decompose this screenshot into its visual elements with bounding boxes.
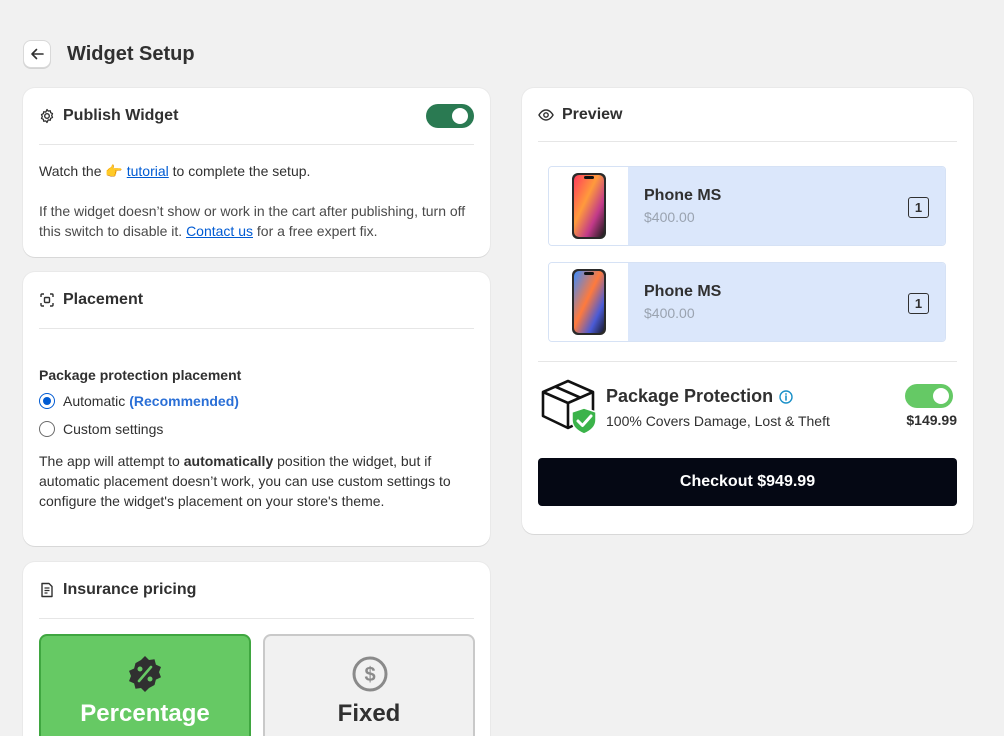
placement-description: The app will attempt to automatically po… [23,443,490,511]
preview-divider-2 [538,361,957,362]
preview-title: Preview [562,105,623,123]
placement-desc-1: The app will attempt to [39,453,180,469]
insurance-pricing-header: Insurance pricing [23,562,490,618]
placement-options: Automatic (Recommended) Custom settings [23,383,490,443]
placement-icon [40,293,54,307]
protection-title-row: Package Protection [606,386,793,407]
cart-item: Phone MS $400.00 1 [548,166,946,246]
fixed-label: Fixed [337,700,401,727]
placement-header: Placement [23,272,490,328]
shield-box-icon [541,379,597,435]
phone-image-icon [571,269,606,335]
publish-note: If the widget doesn’t show or work in th… [23,181,490,241]
phone-image-icon [571,173,606,239]
product-name: Phone MS [644,187,722,204]
watch-tutorial-text: Watch the 👉 tutorial to complete the set… [23,145,490,181]
gear-icon [40,108,54,124]
protection-title: Package Protection [606,386,774,406]
publish-widget-header: Publish Widget [23,88,490,144]
product-name: Phone MS [644,283,722,300]
product-price: $400.00 [644,305,695,321]
back-button[interactable] [23,40,51,68]
arrow-left-icon [31,48,44,60]
publish-toggle[interactable] [426,104,474,128]
info-icon[interactable] [779,389,793,404]
pricing-option-fixed[interactable]: $ Fixed [263,634,475,736]
publish-toggle-knob [452,108,468,124]
preview-header: Preview [522,88,973,141]
radio-custom[interactable] [39,421,55,437]
page-header: Widget Setup [23,40,195,68]
pointing-hand-emoji: 👉 [105,163,123,179]
package-protection-row: Package Protection 100% Covers Damage, L… [538,378,957,438]
publish-widget-title: Publish Widget [63,107,179,124]
placement-card: Placement Package protection placement A… [23,272,490,546]
cart-item: Phone MS $400.00 1 [548,262,946,342]
protection-toggle[interactable] [905,384,953,408]
recommended-label: (Recommended) [129,393,239,409]
product-info: Phone MS $400.00 1 [628,167,945,245]
watch-prefix: Watch the [39,163,102,179]
protection-toggle-knob [933,388,949,404]
tutorial-link[interactable]: tutorial [127,163,169,179]
page-title: Widget Setup [67,42,195,65]
dollar-circle-icon: $ [352,656,388,692]
quantity-badge: 1 [908,293,929,314]
radio-option-custom[interactable]: Custom settings [39,415,474,443]
protection-price: $149.99 [906,412,957,428]
publish-note-suffix: for a free expert fix. [256,223,378,239]
radio-automatic[interactable] [39,393,55,409]
product-thumbnail [549,263,628,341]
preview-divider [538,141,957,142]
percent-badge-icon [129,656,161,692]
percentage-label: Percentage [80,700,210,727]
automatic-label: Automatic [63,393,126,409]
publish-note-text: If the widget doesn’t show or work in th… [39,203,466,239]
pricing-option-percentage[interactable]: Percentage [39,634,251,736]
eye-icon [538,108,554,121]
placement-section-label: Package protection placement [39,367,242,383]
placement-title: Placement [63,291,144,308]
product-thumbnail [549,167,628,245]
placement-desc-bold: automatically [183,453,274,469]
insurance-pricing-title: Insurance pricing [63,581,197,598]
custom-settings-label: Custom settings [63,421,164,437]
product-info: Phone MS $400.00 1 [628,263,945,341]
protection-description: 100% Covers Damage, Lost & Theft [606,413,830,429]
preview-card: Preview Phone MS $400.00 1 Phone MS $400… [522,88,973,534]
publish-widget-card: Publish Widget Watch the 👉 tutorial to c… [23,88,490,257]
product-price: $400.00 [644,209,695,225]
watch-suffix: to complete the setup. [172,163,311,179]
svg-text:$: $ [364,664,375,686]
contact-us-link[interactable]: Contact us [186,223,253,239]
radio-option-automatic[interactable]: Automatic (Recommended) [39,387,474,415]
pricing-divider [39,618,474,619]
quantity-badge: 1 [908,197,929,218]
insurance-pricing-card: Insurance pricing Percentage $ Fixed [23,562,490,736]
receipt-icon [41,582,53,598]
checkout-button[interactable]: Checkout $949.99 [538,458,957,506]
